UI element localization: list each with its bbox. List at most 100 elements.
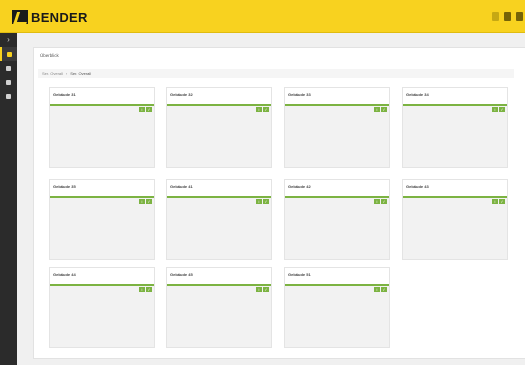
card-actions: i ✓ (139, 287, 152, 292)
building-card[interactable]: Gebäude 43 i ✓ (402, 179, 508, 260)
card-actions: i ✓ (374, 107, 387, 112)
status-bar (167, 104, 271, 106)
card-header: Gebäude 45 (167, 268, 271, 286)
status-bar (50, 104, 154, 106)
info-button[interactable]: i (256, 287, 262, 292)
card-actions: i ✓ (139, 199, 152, 204)
user-icon[interactable] (516, 12, 523, 21)
card-header: Gebäude 42 (285, 180, 389, 198)
card-title: Gebäude 34 (406, 92, 429, 97)
check-icon[interactable]: ✓ (263, 199, 269, 204)
building-card[interactable]: Gebäude 44 i ✓ (49, 267, 155, 348)
card-title: Gebäude 43 (406, 184, 429, 189)
alarm-icon (6, 79, 11, 85)
logo[interactable]: BENDER (12, 9, 88, 25)
building-card[interactable]: Gebäude 51 i ✓ (284, 267, 390, 348)
sidebar: › (0, 33, 17, 365)
check-icon[interactable]: ✓ (146, 199, 152, 204)
breadcrumb: Ser. Overall › Ser. Overall (38, 69, 514, 78)
card-header: Gebäude 43 (403, 180, 507, 198)
card-header: Gebäude 34 (403, 88, 507, 106)
card-title: Gebäude 42 (288, 184, 311, 189)
card-header: Gebäude 41 (167, 180, 271, 198)
sidebar-item-devices[interactable] (0, 61, 17, 75)
card-title: Gebäude 44 (53, 272, 76, 277)
bender-logo-icon (12, 10, 28, 24)
settings-icon[interactable] (504, 12, 511, 21)
gear-icon (6, 93, 11, 99)
check-icon[interactable]: ✓ (499, 199, 505, 204)
card-title: Gebäude 31 (53, 92, 76, 97)
status-bar (50, 196, 154, 198)
check-icon[interactable]: ✓ (146, 107, 152, 112)
status-bar (403, 196, 507, 198)
card-actions: i ✓ (256, 199, 269, 204)
card-title: Gebäude 35 (53, 184, 76, 189)
chevron-right-icon: › (7, 35, 10, 44)
info-button[interactable]: i (256, 199, 262, 204)
device-icon (6, 65, 11, 71)
check-icon[interactable]: ✓ (146, 287, 152, 292)
status-bar (285, 104, 389, 106)
sidebar-item-alarms[interactable] (0, 75, 17, 89)
card-header: Gebäude 51 (285, 268, 389, 286)
building-card[interactable]: Gebäude 42 i ✓ (284, 179, 390, 260)
info-button[interactable]: i (374, 107, 380, 112)
card-actions: i ✓ (256, 107, 269, 112)
check-icon[interactable]: ✓ (381, 107, 387, 112)
card-actions: i ✓ (374, 199, 387, 204)
top-bar: BENDER (0, 0, 525, 33)
card-title: Gebäude 51 (288, 272, 311, 277)
breadcrumb-current: Ser. Overall (70, 71, 92, 76)
info-button[interactable]: i (374, 287, 380, 292)
notification-icon[interactable] (492, 12, 499, 21)
building-card[interactable]: Gebäude 45 i ✓ (166, 267, 272, 348)
info-button[interactable]: i (139, 199, 145, 204)
card-actions: i ✓ (492, 199, 505, 204)
sidebar-toggle[interactable]: › (0, 33, 17, 47)
main-area: Überblick ↻ Ser. Overall›Ser. Overall Ge… (17, 33, 525, 365)
status-bar (285, 284, 389, 286)
status-bar (50, 284, 154, 286)
info-button[interactable]: i (492, 199, 498, 204)
status-bar (167, 284, 271, 286)
info-button[interactable]: i (139, 107, 145, 112)
card-actions: i ✓ (492, 107, 505, 112)
check-icon[interactable]: ✓ (381, 199, 387, 204)
sidebar-item-settings[interactable] (0, 89, 17, 103)
card-header: Gebäude 44 (50, 268, 154, 286)
check-icon[interactable]: ✓ (381, 287, 387, 292)
status-bar (285, 196, 389, 198)
info-button[interactable]: i (374, 199, 380, 204)
card-actions: i ✓ (139, 107, 152, 112)
building-card[interactable]: Gebäude 41 i ✓ (166, 179, 272, 260)
card-title: Gebäude 32 (170, 92, 193, 97)
check-icon[interactable]: ✓ (263, 287, 269, 292)
card-header: Gebäude 31 (50, 88, 154, 106)
building-card[interactable]: Gebäude 35 i ✓ (49, 179, 155, 260)
info-button[interactable]: i (139, 287, 145, 292)
logo-text: BENDER (31, 9, 88, 25)
check-icon[interactable]: ✓ (263, 107, 269, 112)
building-card[interactable]: Gebäude 32 i ✓ (166, 87, 272, 168)
card-actions: i ✓ (374, 287, 387, 292)
card-title: Gebäude 33 (288, 92, 311, 97)
card-header: Gebäude 32 (167, 88, 271, 106)
building-card[interactable]: Gebäude 34 i ✓ (402, 87, 508, 168)
header-actions (492, 12, 523, 21)
card-title: Gebäude 41 (170, 184, 193, 189)
status-bar (403, 104, 507, 106)
check-icon[interactable]: ✓ (499, 107, 505, 112)
card-header: Gebäude 33 (285, 88, 389, 106)
sidebar-item-overview[interactable] (0, 47, 17, 61)
card-actions: i ✓ (256, 287, 269, 292)
panel-title: Überblick (40, 53, 59, 58)
breadcrumb-item[interactable]: Ser. Overall (42, 71, 63, 76)
building-card[interactable]: Gebäude 33 i ✓ (284, 87, 390, 168)
home-icon (7, 51, 12, 57)
building-card[interactable]: Gebäude 31 i ✓ (49, 87, 155, 168)
status-bar (167, 196, 271, 198)
info-button[interactable]: i (492, 107, 498, 112)
info-button[interactable]: i (256, 107, 262, 112)
card-header: Gebäude 35 (50, 180, 154, 198)
